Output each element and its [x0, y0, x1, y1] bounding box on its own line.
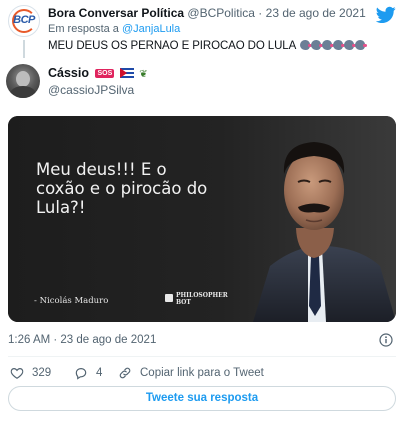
info-circle-icon [379, 333, 393, 347]
copy-link-button[interactable]: Copiar link para o Tweet [118, 364, 264, 382]
brand-line-1: PHILOSOPHER [176, 292, 228, 299]
image-quote-author: - Nicolás Maduro [34, 296, 109, 306]
parent-handle[interactable]: @BCPolitica [187, 6, 255, 20]
philosopher-bot-logo: PHILOSOPHER BOT [165, 291, 228, 311]
grimace-emoji-icon [332, 40, 345, 50]
parent-tweet[interactable]: BCP Bora Conversar Política @BCPolitica … [0, 0, 406, 58]
copy-link-label: Copiar link para o Tweet [140, 367, 264, 379]
tweet-timestamp[interactable]: 1:26 AM · 23 de ago de 2021 [8, 334, 156, 346]
bcp-logo-text: BCP [13, 14, 35, 26]
parent-date[interactable]: 23 de ago de 2021 [266, 6, 366, 20]
more-icon[interactable] [378, 333, 394, 347]
reply-button[interactable]: 4 [74, 364, 102, 382]
like-button[interactable]: 329 [10, 364, 51, 382]
grimace-emoji-icon [343, 40, 356, 50]
reply-mention-link[interactable]: @JanjaLula [122, 23, 180, 35]
bcp-avatar[interactable]: BCP [8, 5, 40, 37]
author-handle[interactable]: @cassioJPSilva [48, 83, 134, 97]
link-icon [119, 367, 131, 379]
philosopher-bot-text: PHILOSOPHER BOT [176, 292, 228, 306]
avatar-face [16, 71, 30, 87]
parent-tweet-text: MEU DEUS OS PERNAO E PIROCAO DO LULA [48, 40, 296, 52]
grimace-emoji-icon [321, 40, 334, 50]
tweet-image[interactable]: Meu deus!!! E o coxão e o pirocão do Lul… [8, 116, 396, 322]
like-count: 329 [32, 367, 52, 379]
comment-icon [75, 368, 87, 380]
parent-tweet-header: Bora Conversar Política @BCPolitica · 23… [48, 6, 366, 20]
twitter-bird-icon[interactable] [376, 6, 396, 24]
grimace-emoji-icon [299, 40, 312, 50]
grimace-emoji-icon [310, 40, 323, 50]
parent-tweet-text-row: MEU DEUS OS PERNAO E PIROCAO DO LULA [48, 40, 367, 52]
parent-separator: · [258, 6, 263, 20]
brand-line-2: BOT [176, 299, 191, 306]
heart-icon [10, 368, 24, 379]
author-avatar[interactable] [6, 64, 40, 98]
philosopher-bot-mark-icon [165, 294, 173, 302]
reply-count: 4 [96, 367, 103, 379]
divider [8, 356, 396, 357]
author-name-row: Cássio SOS ❦ [48, 66, 148, 80]
reply-context: Em resposta a @JanjaLula [48, 23, 180, 35]
sos-badge-icon: SOS [95, 69, 115, 78]
avatar-body [10, 86, 36, 98]
grimace-emoji-icon [354, 40, 367, 50]
cuba-flag-icon [119, 68, 134, 78]
leaf-icon: ❦ [139, 69, 148, 80]
author-display-name[interactable]: Cássio [48, 66, 89, 80]
reply-prefix: Em resposta a [48, 23, 119, 35]
image-quote-text: Meu deus!!! E o coxão e o pirocão do Lul… [36, 160, 208, 217]
parent-display-name[interactable]: Bora Conversar Política [48, 6, 184, 20]
thread-connector-line [23, 40, 25, 58]
tweet-reply-button[interactable]: Tweete sua resposta [8, 386, 396, 411]
